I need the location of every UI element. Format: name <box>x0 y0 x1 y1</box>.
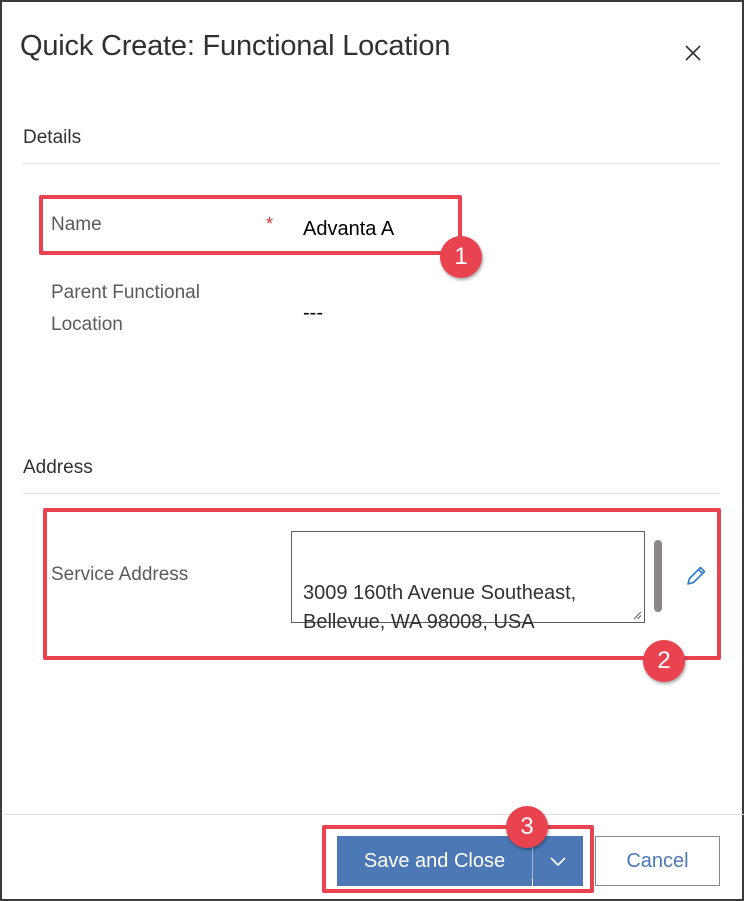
highlight-name-field <box>39 195 462 255</box>
cancel-button[interactable]: Cancel <box>595 836 720 886</box>
details-section-title: Details <box>23 127 82 148</box>
close-icon <box>685 45 701 61</box>
address-section-title: Address <box>23 457 93 478</box>
step-badge-3: 3 <box>506 806 548 848</box>
address-divider <box>23 493 720 494</box>
highlight-service-address <box>43 508 721 660</box>
dialog-title: Quick Create: Functional Location <box>20 30 451 62</box>
close-button[interactable] <box>678 38 708 68</box>
quick-create-dialog: Quick Create: Functional Location Detail… <box>0 0 744 901</box>
details-divider <box>23 163 720 164</box>
highlight-save-button <box>322 825 594 893</box>
footer-divider <box>4 814 744 815</box>
parent-label-line1: Parent Functional <box>51 282 200 303</box>
parent-label-line2: Location <box>51 314 123 335</box>
parent-functional-location-field[interactable]: --- <box>303 302 323 325</box>
step-badge-1: 1 <box>440 236 482 278</box>
step-badge-2: 2 <box>643 640 685 682</box>
parent-functional-location-label: Parent Functional Location <box>51 277 200 341</box>
